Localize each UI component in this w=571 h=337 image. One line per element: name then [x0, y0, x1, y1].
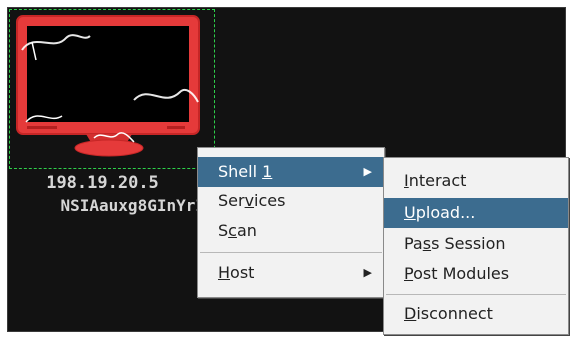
menu-item-mnemonic: v — [244, 191, 255, 210]
menu-item-label: an — [236, 221, 257, 240]
host-context-menu: Shell 1 ▶ Services Scan Host ▶ — [197, 147, 385, 298]
menu-item-services[interactable]: Services — [198, 186, 384, 216]
menu-item-host[interactable]: Host ▶ — [198, 258, 384, 288]
menu-item-scan[interactable]: Scan — [198, 216, 384, 246]
menu-item-mnemonic: H — [218, 263, 231, 282]
menu-item-mnemonic: 1 — [262, 162, 273, 181]
menu-item-mnemonic: c — [228, 221, 237, 240]
menu-item-shell[interactable]: Shell 1 ▶ — [198, 157, 384, 187]
menu-separator — [386, 294, 566, 295]
menu-item-label: Pa — [404, 234, 423, 253]
monitor-lightning-icon[interactable] — [14, 12, 204, 162]
submenu-item-interact[interactable]: Interact — [384, 166, 568, 196]
submenu-item-upload[interactable]: Upload... — [384, 198, 568, 228]
menu-item-mnemonic: P — [404, 264, 414, 283]
menu-item-label: nteract — [408, 171, 467, 190]
menu-item-label: Shell — [218, 162, 263, 181]
submenu-item-disconnect[interactable]: Disconnect — [384, 299, 568, 329]
host-ip-label: 198.19.20.5 — [46, 173, 159, 193]
menu-item-label: ices — [254, 191, 286, 210]
submenu-arrow-icon: ▶ — [363, 266, 372, 279]
submenu-item-pass-session[interactable]: Pass Session — [384, 229, 568, 259]
menu-item-mnemonic: s — [422, 234, 432, 253]
menu-separator — [200, 252, 382, 253]
menu-item-label: S — [218, 221, 229, 240]
menu-item-label: Ser — [218, 191, 245, 210]
menu-item-label: pload... — [415, 203, 476, 222]
menu-item-label: ost Modules — [413, 264, 510, 283]
submenu-item-post-modules[interactable]: Post Modules — [384, 259, 568, 289]
menu-item-mnemonic: U — [404, 203, 416, 222]
menu-item-mnemonic: D — [404, 304, 417, 323]
menu-item-label: ost — [230, 263, 255, 282]
host-name-label: NSIAauxg8GInYrI — [60, 196, 206, 215]
shell-submenu: Interact Upload... Pass Session Post Mod… — [383, 157, 569, 335]
menu-item-label: s Session — [431, 234, 506, 253]
menu-item-label: isconnect — [416, 304, 493, 323]
submenu-arrow-icon: ▶ — [363, 165, 372, 178]
